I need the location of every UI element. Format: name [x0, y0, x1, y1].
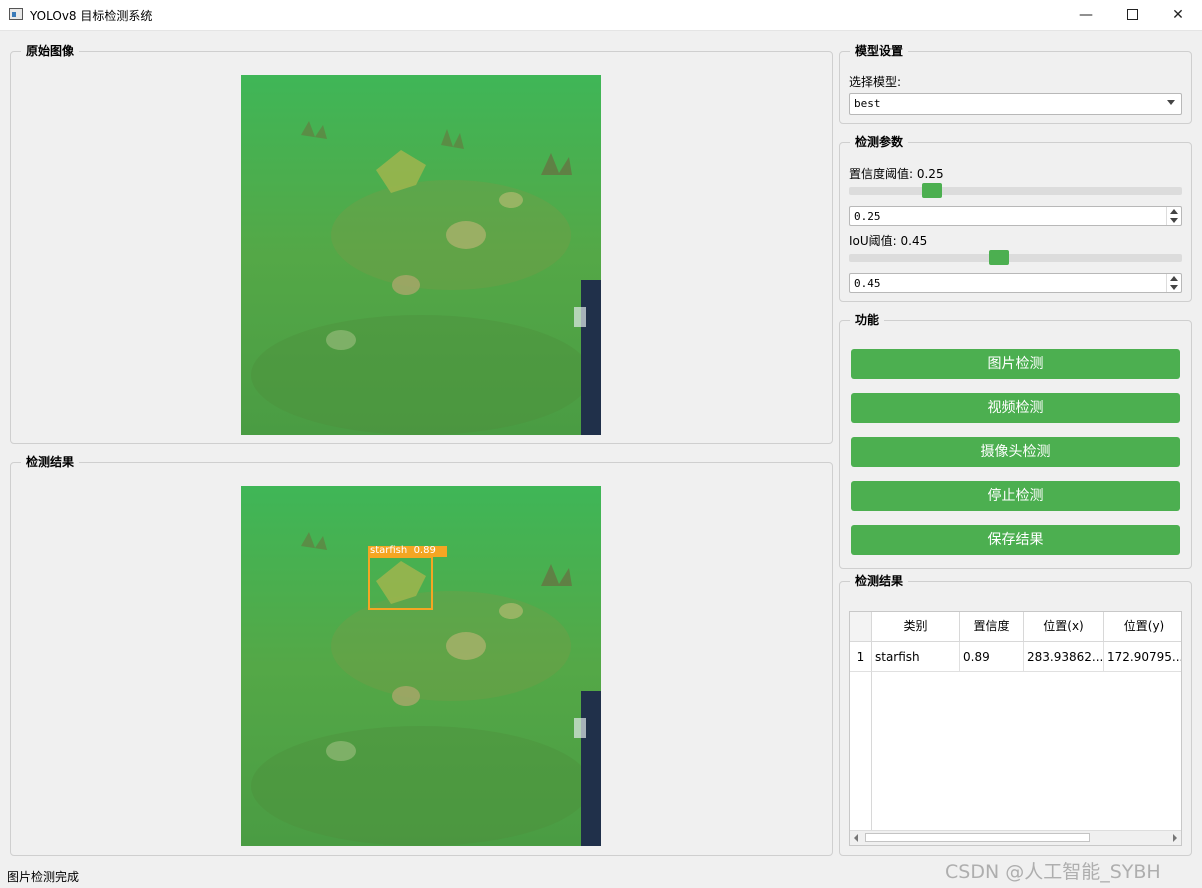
spinbox-buttons: [1166, 274, 1181, 292]
minimize-icon: —: [1079, 7, 1093, 23]
original-image-title: 原始图像: [21, 43, 80, 59]
table-cell-confidence[interactable]: 0.89: [960, 642, 1024, 672]
column-header-y[interactable]: 位置(y): [1104, 612, 1181, 642]
model-settings-title: 模型设置: [850, 43, 909, 59]
column-header-confidence[interactable]: 置信度: [960, 612, 1024, 642]
model-select-label: 选择模型:: [849, 75, 902, 89]
spin-down-icon[interactable]: [1170, 285, 1178, 290]
iou-threshold-label: IoU阈值: 0.45: [849, 234, 928, 248]
confidence-spinbox[interactable]: 0.25: [849, 206, 1182, 226]
spinbox-buttons: [1166, 207, 1181, 225]
confidence-slider-handle[interactable]: [922, 183, 943, 198]
original-image: [241, 75, 601, 435]
iou-slider-handle[interactable]: [988, 250, 1009, 265]
model-select[interactable]: best: [849, 93, 1182, 115]
spin-up-icon[interactable]: [1170, 276, 1178, 281]
result-image: starfish 0.89: [241, 486, 601, 846]
results-table[interactable]: 类别 置信度 位置(x) 位置(y) 1 starfish 0.89 283.9…: [849, 611, 1182, 846]
result-image-title: 检测结果: [21, 454, 80, 470]
table-corner[interactable]: [850, 612, 872, 642]
close-icon: ✕: [1172, 7, 1184, 23]
column-header-class[interactable]: 类别: [872, 612, 960, 642]
model-select-value: best: [854, 97, 881, 110]
scrollbar-thumb[interactable]: [865, 833, 1090, 842]
save-result-button[interactable]: 保存结果: [851, 525, 1180, 555]
stop-detect-button[interactable]: 停止检测: [851, 481, 1180, 511]
iou-slider-track[interactable]: [849, 254, 1182, 262]
maximize-icon: [1126, 8, 1138, 20]
confidence-spinbox-value: 0.25: [854, 210, 881, 223]
status-bar-text: 图片检测完成: [7, 870, 80, 884]
original-image-group: 原始图像: [10, 43, 833, 444]
table-cell-class[interactable]: starfish: [872, 642, 960, 672]
title-bar: YOLOv8 目标检测系统 — ✕: [0, 0, 1202, 31]
maximize-button[interactable]: [1109, 0, 1155, 30]
chevron-down-icon: [1167, 100, 1175, 105]
table-cell-y[interactable]: 172.90795...: [1104, 642, 1181, 672]
detection-params-title: 检测参数: [850, 134, 909, 150]
row-number[interactable]: 1: [850, 642, 872, 672]
detection-label: starfish 0.89: [370, 545, 436, 556]
close-button[interactable]: ✕: [1155, 0, 1201, 30]
minimize-button[interactable]: —: [1063, 0, 1109, 30]
iou-spinbox-value: 0.45: [854, 277, 881, 290]
video-detect-button[interactable]: 视频检测: [851, 393, 1180, 423]
confidence-threshold-label: 置信度阈值: 0.25: [849, 167, 944, 181]
row-header-column: [850, 672, 872, 833]
image-detect-button[interactable]: 图片检测: [851, 349, 1180, 379]
functions-title: 功能: [850, 312, 885, 328]
confidence-slider-track[interactable]: [849, 187, 1182, 195]
iou-spinbox[interactable]: 0.45: [849, 273, 1182, 293]
spin-up-icon[interactable]: [1170, 209, 1178, 214]
horizontal-scrollbar[interactable]: [850, 830, 1181, 845]
watermark: CSDN @人工智能_SYBH: [945, 861, 1161, 883]
spin-down-icon[interactable]: [1170, 218, 1178, 223]
result-image-group: 检测结果 starfish 0.89: [10, 454, 833, 856]
results-title: 检测结果: [850, 573, 909, 589]
column-header-x[interactable]: 位置(x): [1024, 612, 1104, 642]
camera-detect-button[interactable]: 摄像头检测: [851, 437, 1180, 467]
scroll-right-icon[interactable]: [1173, 834, 1177, 842]
table-cell-x[interactable]: 283.93862...: [1024, 642, 1104, 672]
app-icon: [9, 8, 23, 20]
window-title: YOLOv8 目标检测系统: [30, 9, 153, 23]
scroll-left-icon[interactable]: [854, 834, 858, 842]
